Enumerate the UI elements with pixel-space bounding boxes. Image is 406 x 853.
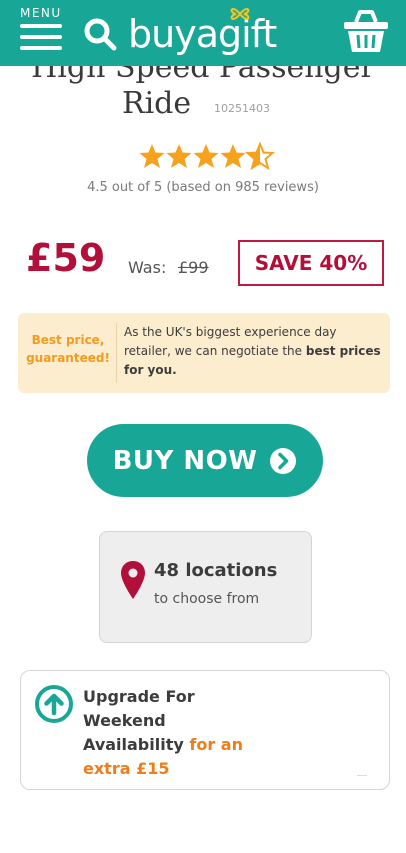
search-icon [84,18,117,51]
basket-icon [344,10,388,52]
upgrade-line-3-accent: for an [189,735,243,754]
logo[interactable]: buyagift [128,6,298,56]
promo-text-plain: As the UK's biggest experience day retai… [124,325,337,358]
bow-icon [230,8,250,20]
product-title-line2: Ride [122,86,192,121]
locations-card[interactable]: 48 locations to choose from [99,531,312,643]
save-badge: SAVE 40% [238,240,384,286]
upgrade-line-1: Upgrade For [83,687,195,706]
arrow-up-circle-icon [35,685,73,723]
promo-divider [116,323,117,383]
price-promise-badge: Best price, guaranteed! [24,331,112,367]
buy-now-label: BUY NOW [112,445,258,476]
badge-line-1: Best price, [31,333,105,347]
site-header: MENU buyagift [0,0,406,66]
star-icon [166,144,192,168]
rating-stars [139,142,276,171]
upgrade-line-2: Weekend [83,711,166,730]
logo-text: buyagift [128,12,277,56]
upgrade-line-3: Availability for an [83,733,283,757]
was-label: Was: [128,258,167,277]
star-icon [139,144,165,168]
locations-subtext: to choose from [154,591,260,607]
menu-label: MENU [20,6,62,20]
rating-summary[interactable]: 4.5 out of 5 (based on 985 reviews) [0,180,406,195]
chevron-circle-icon [270,447,297,474]
product-code: 10251403 [214,102,270,115]
current-price: £59 [26,236,106,280]
basket-button[interactable] [340,8,392,56]
save-label: SAVE 40% [254,251,368,275]
map-pin-icon [121,561,145,599]
upgrade-text: Upgrade For Weekend Availability for an … [83,685,283,781]
card-divider [357,775,367,776]
upgrade-line-4: extra £15 [83,759,170,778]
search-button[interactable] [82,16,118,52]
hamburger-icon [20,24,62,52]
half-star-icon [244,142,276,171]
locations-count: 48 locations [154,560,278,581]
star-icon [220,144,246,168]
badge-line-2: guaranteed! [26,351,110,365]
menu-button[interactable]: MENU [18,6,66,54]
promo-text: As the UK's biggest experience day retai… [124,323,382,380]
star-icon [193,144,219,168]
upgrade-weekend-card[interactable]: Upgrade For Weekend Availability for an … [20,670,390,790]
upgrade-line-3-plain: Availability [83,735,190,754]
was-price: £99 [178,258,209,277]
buy-now-button[interactable]: BUY NOW [87,424,323,497]
price-promise-banner: Best price, guaranteed! As the UK's bigg… [18,313,390,393]
